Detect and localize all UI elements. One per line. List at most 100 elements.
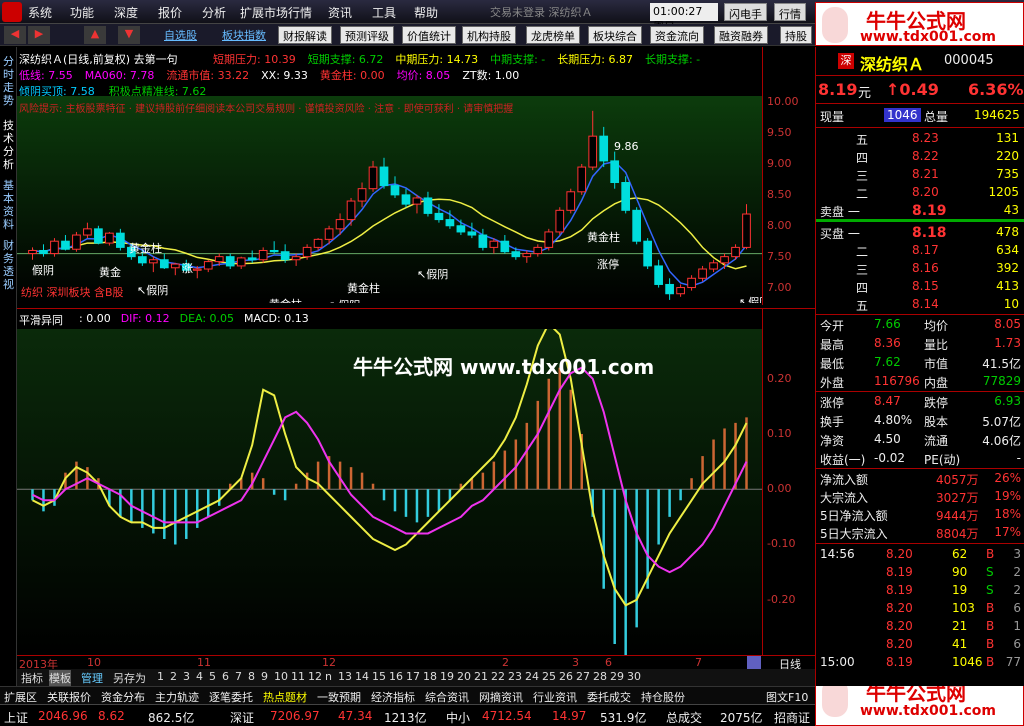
menu-item[interactable]: 扩展市场行情: [240, 4, 312, 21]
indicator-page-tab[interactable]: 11: [291, 670, 305, 683]
indicator-page-tab[interactable]: 27: [576, 670, 590, 683]
function-tab[interactable]: 行业资讯: [533, 689, 577, 705]
tab-intraday[interactable]: 分时走势: [1, 55, 16, 107]
indicator-page-tab[interactable]: 5: [209, 670, 216, 683]
toolbar-button[interactable]: 财报解读: [278, 26, 332, 44]
function-tab[interactable]: 委托成交: [587, 689, 631, 705]
quote-button[interactable]: 行情: [774, 3, 806, 21]
pagebar-item[interactable]: 另存为: [113, 670, 146, 686]
ask-row: 四 8.22 220: [816, 149, 1024, 167]
indicator-page-tab[interactable]: 14: [355, 670, 369, 683]
menu-item[interactable]: 工具: [372, 4, 396, 21]
flow-label: 5日净流入额: [820, 509, 888, 523]
menu-item[interactable]: 深度: [114, 4, 138, 21]
indicator-page-tab[interactable]: 30: [627, 670, 641, 683]
flow-value: 9444万: [936, 509, 979, 523]
kline-plot[interactable]: 风险提示: 主板股票特征 · 建议持股前仔细阅读本公司交易规则 · 谨慎投资风险…: [17, 96, 762, 303]
indicator-page-tab[interactable]: 29: [610, 670, 624, 683]
indicator-page-tab[interactable]: 8: [248, 670, 255, 683]
indicator-page-tab[interactable]: 21: [474, 670, 488, 683]
function-tab[interactable]: 扩展区: [4, 689, 37, 705]
indicator-page-tab[interactable]: 22: [491, 670, 505, 683]
candle: [324, 228, 334, 240]
indicator-page-tab[interactable]: 15: [372, 670, 386, 683]
tab-fundamentals[interactable]: 基本资料: [1, 179, 16, 231]
stat-label: 换手: [820, 415, 845, 429]
function-tab[interactable]: 资金分布: [101, 689, 145, 705]
flash-trade-button[interactable]: 闪电手: [724, 3, 767, 21]
scroll-handle[interactable]: [747, 656, 761, 669]
menu-item[interactable]: 分析: [202, 4, 226, 21]
function-tab[interactable]: 逐笔委托: [209, 689, 253, 705]
menu-item[interactable]: 报价: [158, 4, 182, 21]
function-tab[interactable]: 网摘资讯: [479, 689, 523, 705]
watchlist-link[interactable]: 自选股: [160, 26, 201, 44]
menu-item[interactable]: 功能: [70, 4, 94, 21]
candle: [500, 240, 510, 253]
toolbar-button[interactable]: 龙虎榜单: [526, 26, 580, 44]
kline-pane[interactable]: 深纺织Ａ(日线,前复权) 去第一句 短期压力: 10.39 短期支撑: 6.72 中…: [17, 47, 815, 305]
indicator-page-tab[interactable]: 23: [508, 670, 522, 683]
indicator-page-tab[interactable]: 2: [170, 670, 177, 683]
function-tab[interactable]: 热点题材: [263, 689, 307, 705]
indicator-page-tab[interactable]: 20: [457, 670, 471, 683]
indicator-page-tab[interactable]: 7: [235, 670, 242, 683]
pagebar-item[interactable]: 指标: [21, 670, 43, 686]
macd-pane[interactable]: 平滑异同 : 0.00 DIF: 0.12 DEA: 0.05 MACD: 0.13 …: [17, 308, 815, 655]
tab-technical[interactable]: 技术分析: [1, 119, 16, 171]
ask-level: 卖盘 一: [820, 205, 860, 219]
indicator-page-tab[interactable]: 19: [440, 670, 454, 683]
function-tab[interactable]: 持仓股份: [641, 689, 685, 705]
up-icon[interactable]: ▲: [84, 26, 106, 44]
stat-label: 今开: [820, 319, 845, 333]
function-tab[interactable]: 主力轨迹: [155, 689, 199, 705]
toolbar-button[interactable]: 板块综合: [588, 26, 642, 44]
indicator-page-tab[interactable]: 4: [196, 670, 203, 683]
menu-item[interactable]: 资讯: [328, 4, 352, 21]
function-tab[interactable]: 关联报价: [47, 689, 91, 705]
indicator-page-tab[interactable]: 17: [406, 670, 420, 683]
forward-icon[interactable]: ▶: [28, 26, 50, 44]
indicator-value: 低线: 7.55: [19, 69, 73, 82]
toolbar-button[interactable]: 预测评级: [340, 26, 394, 44]
sector-index-link[interactable]: 板块指数: [218, 26, 270, 44]
ad-banner-top[interactable]: 牛牛公式网 www.tdx001.com: [815, 2, 1024, 46]
indicator-page-tab[interactable]: 13: [338, 670, 352, 683]
toolbar-button[interactable]: 价值统计: [402, 26, 456, 44]
function-tab[interactable]: 综合资讯: [425, 689, 469, 705]
menu-item[interactable]: 帮助: [414, 4, 438, 21]
macd-plot[interactable]: 牛牛公式网 www.tdx001.com: [17, 329, 762, 655]
menu-item[interactable]: 系统: [28, 4, 52, 21]
indicator-page-tab[interactable]: 3: [183, 670, 190, 683]
flow-label: 大宗流入: [820, 491, 869, 505]
f10-button[interactable]: 图文F10: [766, 689, 808, 705]
pagebar-item[interactable]: 管理: [81, 670, 103, 686]
down-icon[interactable]: ▼: [118, 26, 140, 44]
function-tab[interactable]: 经济指标: [371, 689, 415, 705]
back-icon[interactable]: ◀: [4, 26, 26, 44]
toolbar-button[interactable]: 机构持股: [462, 26, 516, 44]
toolbar-button[interactable]: 持股: [780, 26, 812, 44]
indicator-page-tab[interactable]: 26: [559, 670, 573, 683]
toolbar-button[interactable]: 资金流向: [650, 26, 704, 44]
toolbar-button[interactable]: 融资融券: [714, 26, 768, 44]
indicator-page-tab[interactable]: 18: [423, 670, 437, 683]
indicator-page-tab[interactable]: 6: [222, 670, 229, 683]
candle: [94, 228, 103, 244]
pagebar-item[interactable]: 模板: [49, 670, 71, 686]
candle: [269, 249, 279, 253]
indicator-page-tab[interactable]: 16: [389, 670, 403, 683]
function-tab[interactable]: 一致预期: [317, 689, 361, 705]
indicator-page-tab[interactable]: 28: [593, 670, 607, 683]
indicator-page-tab[interactable]: 24: [525, 670, 539, 683]
indicator-page-tab[interactable]: n: [325, 670, 332, 683]
now-volume-label: 现量: [820, 110, 845, 124]
indicator-page-tab[interactable]: 12: [308, 670, 322, 683]
tab-financials[interactable]: 财务透视: [1, 239, 16, 291]
tick-price: 8.20: [886, 637, 913, 651]
macd-y-axis: 0.20 0.10 0.00 -0.10 -0.20: [762, 309, 815, 655]
indicator-page-tab[interactable]: 10: [274, 670, 288, 683]
indicator-page-tab[interactable]: 25: [542, 670, 556, 683]
indicator-page-tab[interactable]: 1: [157, 670, 164, 683]
indicator-page-tab[interactable]: 9: [261, 670, 268, 683]
